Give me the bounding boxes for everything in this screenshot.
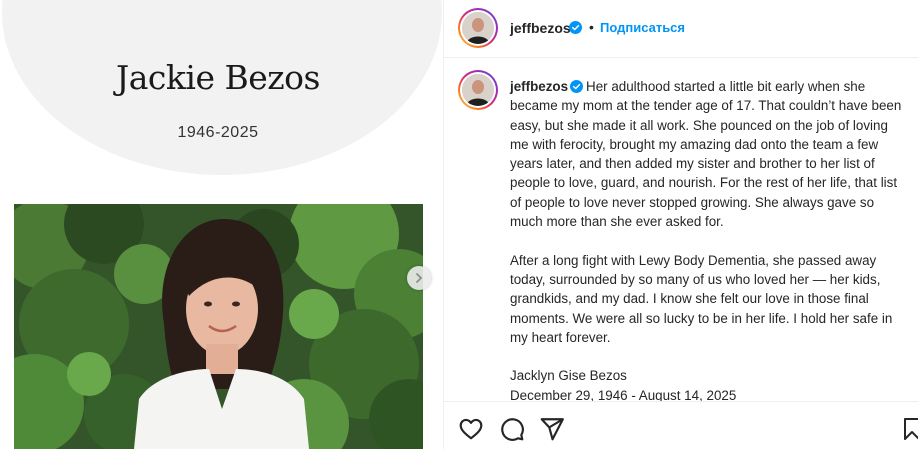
post-caption: jeffbezos Her adulthood started a little … (510, 77, 910, 401)
post-sidebar: jeffbezos • Подписаться jeffbezos Her ad… (443, 0, 918, 449)
carousel-next-button[interactable] (407, 266, 431, 290)
caption-paragraph-2: After a long fight with Lewy Body Dement… (510, 252, 893, 345)
author-username[interactable]: jeffbezos (510, 20, 571, 36)
caption-section: jeffbezos Her adulthood started a little … (444, 58, 918, 401)
paper-plane-icon[interactable] (539, 416, 565, 442)
verified-badge-icon (569, 21, 582, 34)
caption-signature-dates: December 29, 1946 - August 14, 2025 (510, 387, 737, 401)
follow-button[interactable]: Подписаться (600, 20, 685, 35)
caption-signature-name: Jacklyn Gise Bezos (510, 368, 627, 384)
caption-username[interactable]: jeffbezos (510, 79, 568, 94)
bookmark-icon[interactable] (903, 416, 918, 442)
post-actions-bar (444, 401, 918, 449)
caption-author-avatar[interactable] (458, 70, 498, 110)
caption-paragraph-1: Her adulthood started a little bit early… (510, 79, 902, 230)
comment-icon[interactable] (499, 416, 525, 442)
avatar-portrait (462, 74, 494, 106)
post-header: jeffbezos • Подписаться (444, 0, 918, 58)
heart-icon[interactable] (458, 416, 484, 442)
portrait-illustration (14, 204, 423, 449)
verified-badge-icon (570, 80, 584, 93)
memorial-name: Jackie Bezos (116, 58, 320, 97)
post-media: Jackie Bezos 1946-2025 (0, 0, 443, 449)
chevron-right-icon (416, 273, 423, 283)
header-separator: • (589, 19, 594, 35)
avatar-portrait (462, 12, 494, 44)
memorial-photo (14, 204, 423, 449)
memorial-years: 1946-2025 (177, 124, 259, 141)
author-avatar[interactable] (458, 8, 498, 48)
